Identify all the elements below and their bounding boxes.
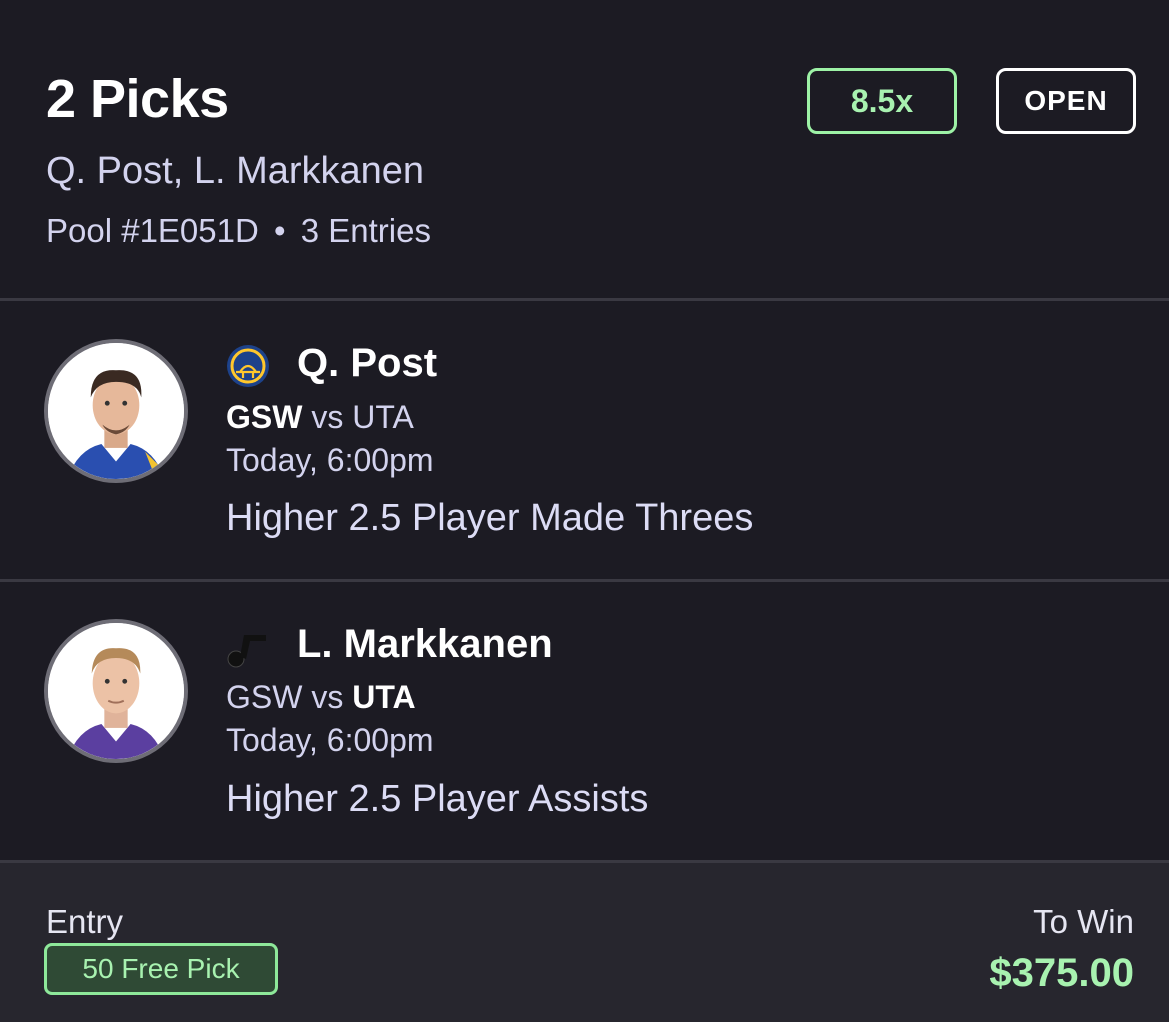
to-win-label: To Win: [1033, 903, 1134, 940]
pool-id: Pool #1E051D: [46, 212, 259, 249]
warriors-logo-icon: [227, 345, 269, 387]
to-win-amount: $375.00: [989, 951, 1134, 995]
game-time: Today, 6:00pm: [226, 442, 434, 478]
entry-card[interactable]: 2 Picks Q. Post, L. Markkanen Pool #1E05…: [0, 0, 1169, 1022]
player-name: L. Markkanen: [297, 622, 553, 666]
away-team: UTA: [352, 679, 416, 715]
pick-line: Higher 2.5 Player Assists: [226, 778, 649, 820]
player-name: Q. Post: [297, 341, 438, 385]
entry-type-badge: 50 Free Pick: [44, 943, 278, 995]
pick-line: Higher 2.5 Player Made Threes: [226, 497, 754, 539]
entries-count: 3 Entries: [300, 212, 431, 249]
jazz-logo-icon: [227, 635, 266, 668]
pick-row[interactable]: L. Markkanen GSW vs UTA Today, 6:00pm Hi…: [0, 582, 1169, 862]
entry-header: 2 Picks Q. Post, L. Markkanen Pool #1E05…: [0, 0, 1169, 300]
multiplier-badge: 8.5x: [807, 68, 957, 134]
vs-label: vs: [311, 679, 344, 715]
matchup: GSW vs UTA: [226, 679, 416, 716]
entry-players: Q. Post, L. Markkanen: [46, 150, 425, 192]
vs-label: vs: [311, 399, 344, 435]
entry-title: 2 Picks: [46, 69, 229, 129]
matchup: GSW vs UTA: [226, 399, 414, 436]
game-time: Today, 6:00pm: [226, 722, 434, 758]
player-avatar: [44, 339, 188, 483]
home-team: GSW: [226, 399, 303, 435]
pool-info: Pool #1E051D • 3 Entries: [46, 212, 431, 250]
player-headshot-icon: [48, 623, 184, 759]
player-avatar: [44, 619, 188, 763]
pool-separator: •: [274, 212, 286, 249]
away-team: UTA: [352, 399, 414, 435]
status-badge: OPEN: [996, 68, 1136, 134]
entry-label: Entry: [46, 903, 124, 940]
home-team: GSW: [226, 679, 303, 715]
pick-row[interactable]: Q. Post GSW vs UTA Today, 6:00pm Higher …: [0, 301, 1169, 581]
entry-footer: Entry 50 Free Pick To Win $375.00: [0, 863, 1169, 1022]
player-headshot-icon: [48, 343, 184, 479]
